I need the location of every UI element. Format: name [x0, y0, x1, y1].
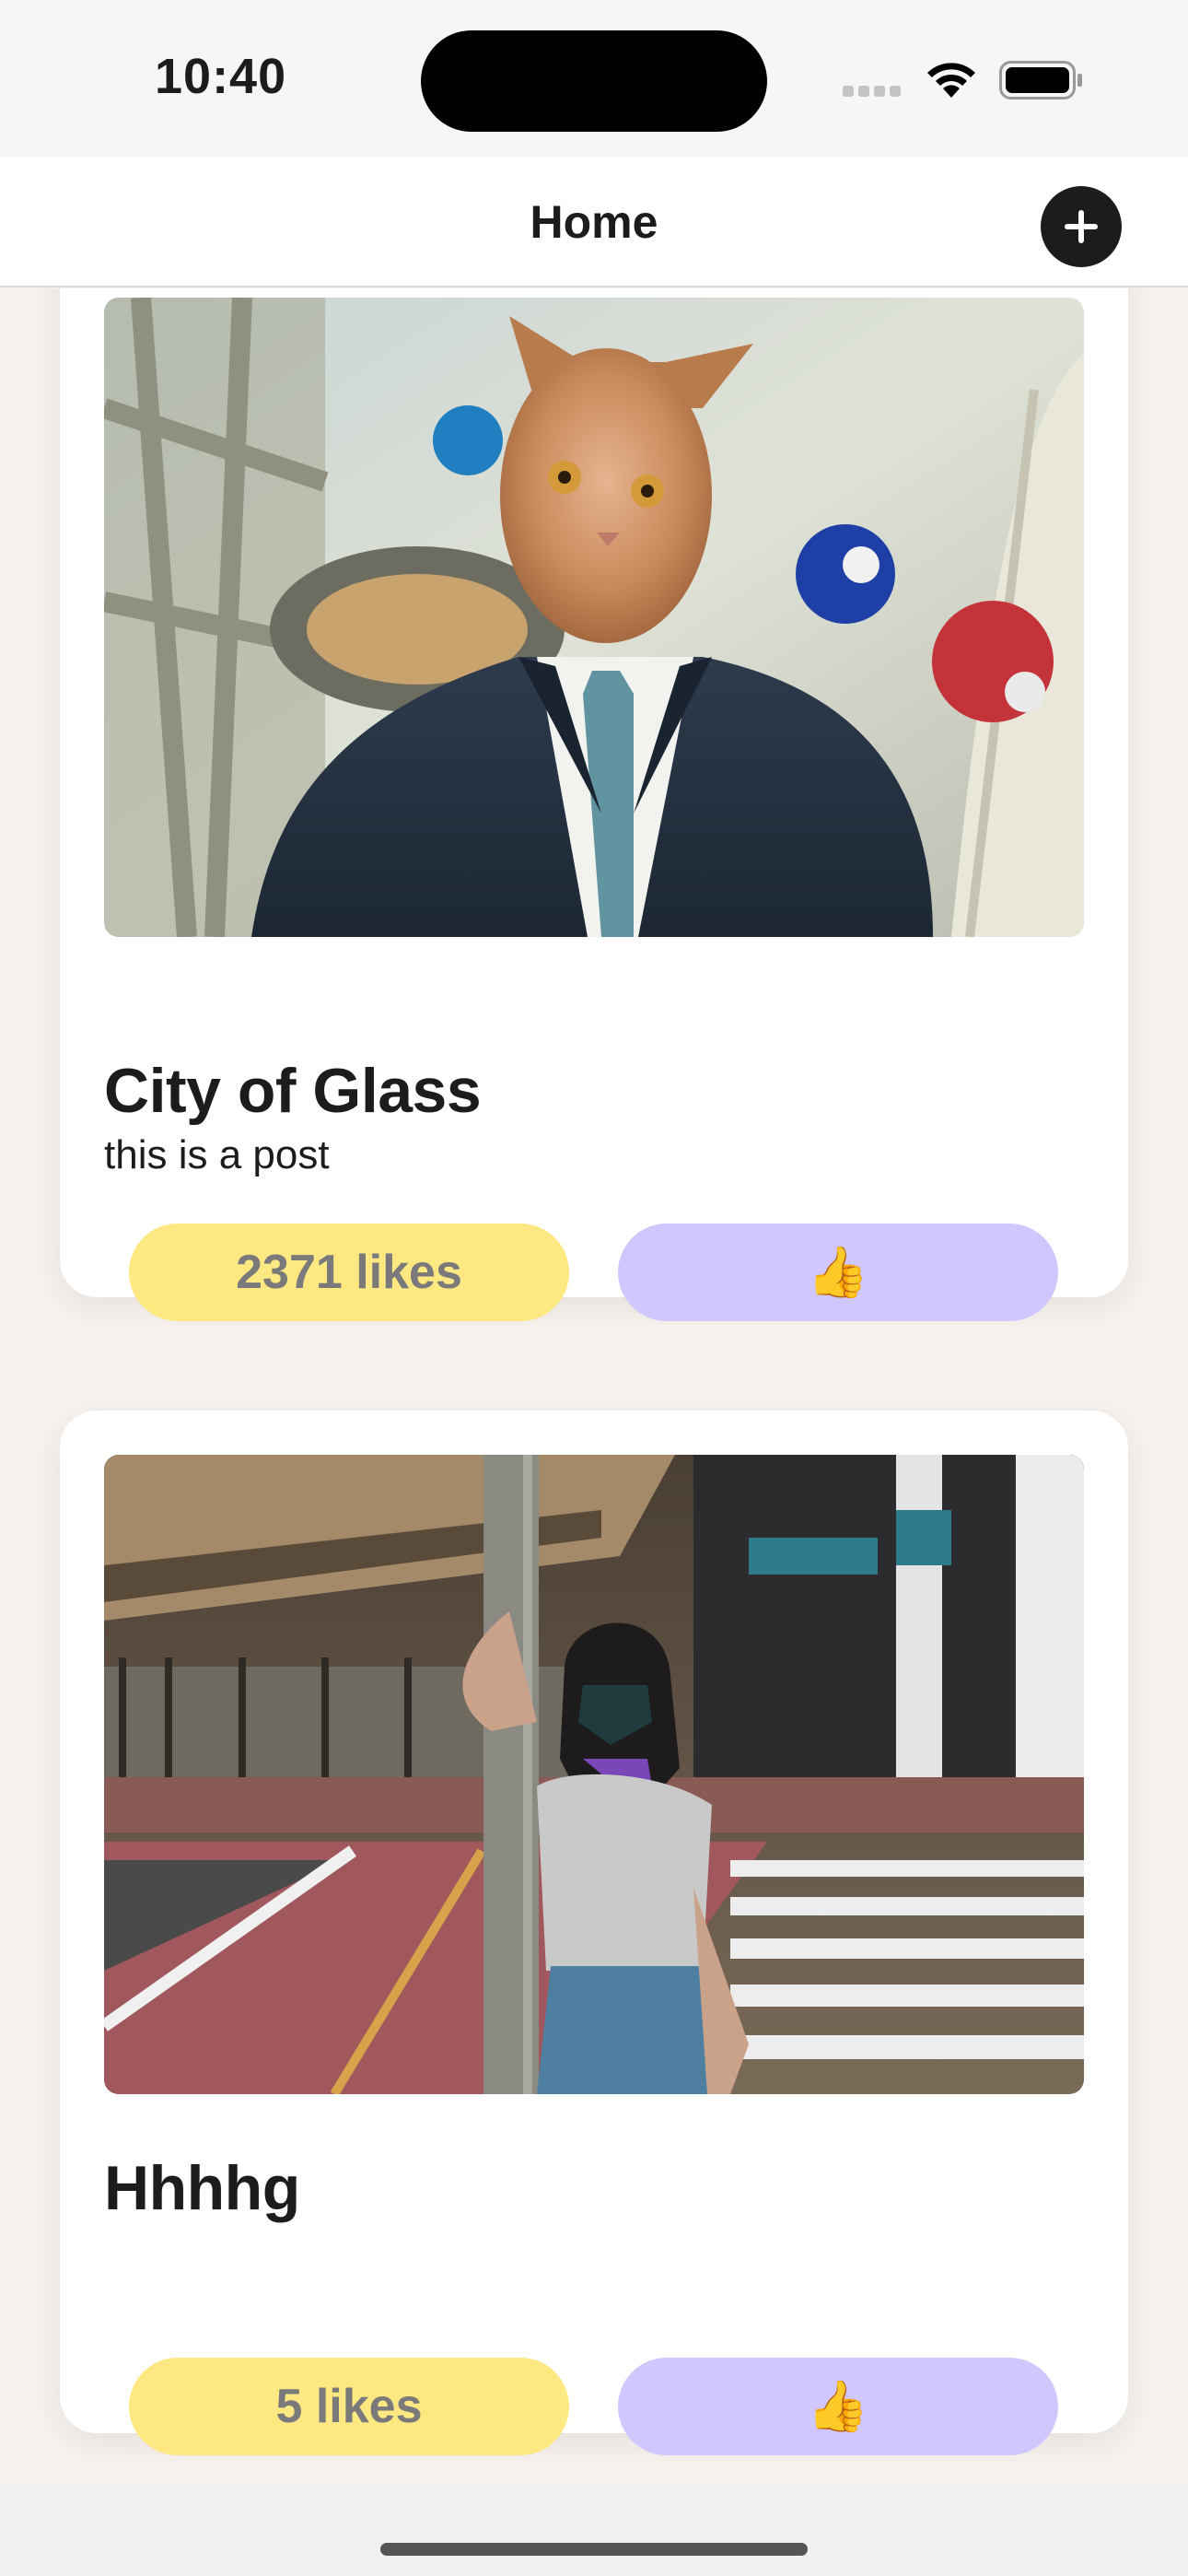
- status-bar: 10:40: [0, 0, 1188, 157]
- plus-icon: [1065, 210, 1098, 243]
- status-time: 10:40: [155, 49, 287, 104]
- home-indicator[interactable]: [380, 2543, 808, 2556]
- post-image: [104, 298, 1084, 937]
- cat-in-suit-photo: [104, 298, 1084, 937]
- cellular-signal-icon: [843, 85, 907, 97]
- post-title: Hhhhg: [104, 2153, 300, 2223]
- wifi-icon: [927, 63, 975, 98]
- dynamic-island: [421, 30, 767, 132]
- post-body: this is a post: [104, 1132, 330, 1177]
- thumbs-up-icon: 👍: [807, 1245, 869, 1300]
- post-title: City of Glass: [104, 1056, 482, 1126]
- likes-count-badge: 5 likes: [129, 2358, 569, 2455]
- like-button[interactable]: 👍: [618, 2358, 1058, 2455]
- likes-count: 5 likes: [275, 2380, 423, 2433]
- navigation-bar: Home: [0, 157, 1188, 287]
- likes-count-badge: 2371 likes: [129, 1224, 569, 1321]
- battery-icon: [999, 61, 1082, 100]
- post-card: City of Glass this is a post 2371 likes …: [60, 288, 1128, 1321]
- page-title: Home: [530, 196, 658, 248]
- thumbs-up-icon: 👍: [807, 2379, 869, 2434]
- post-feed[interactable]: City of Glass this is a post 2371 likes …: [0, 288, 1188, 2481]
- post-image: [104, 1455, 1084, 2094]
- home-indicator-area: [0, 2481, 1188, 2576]
- add-post-button[interactable]: [1041, 186, 1122, 267]
- woman-on-street-photo: [104, 1455, 1084, 2094]
- like-button[interactable]: 👍: [618, 1224, 1058, 1321]
- likes-count: 2371 likes: [236, 1246, 462, 1299]
- post-card: Hhhhg 5 likes 👍: [60, 1411, 1128, 2455]
